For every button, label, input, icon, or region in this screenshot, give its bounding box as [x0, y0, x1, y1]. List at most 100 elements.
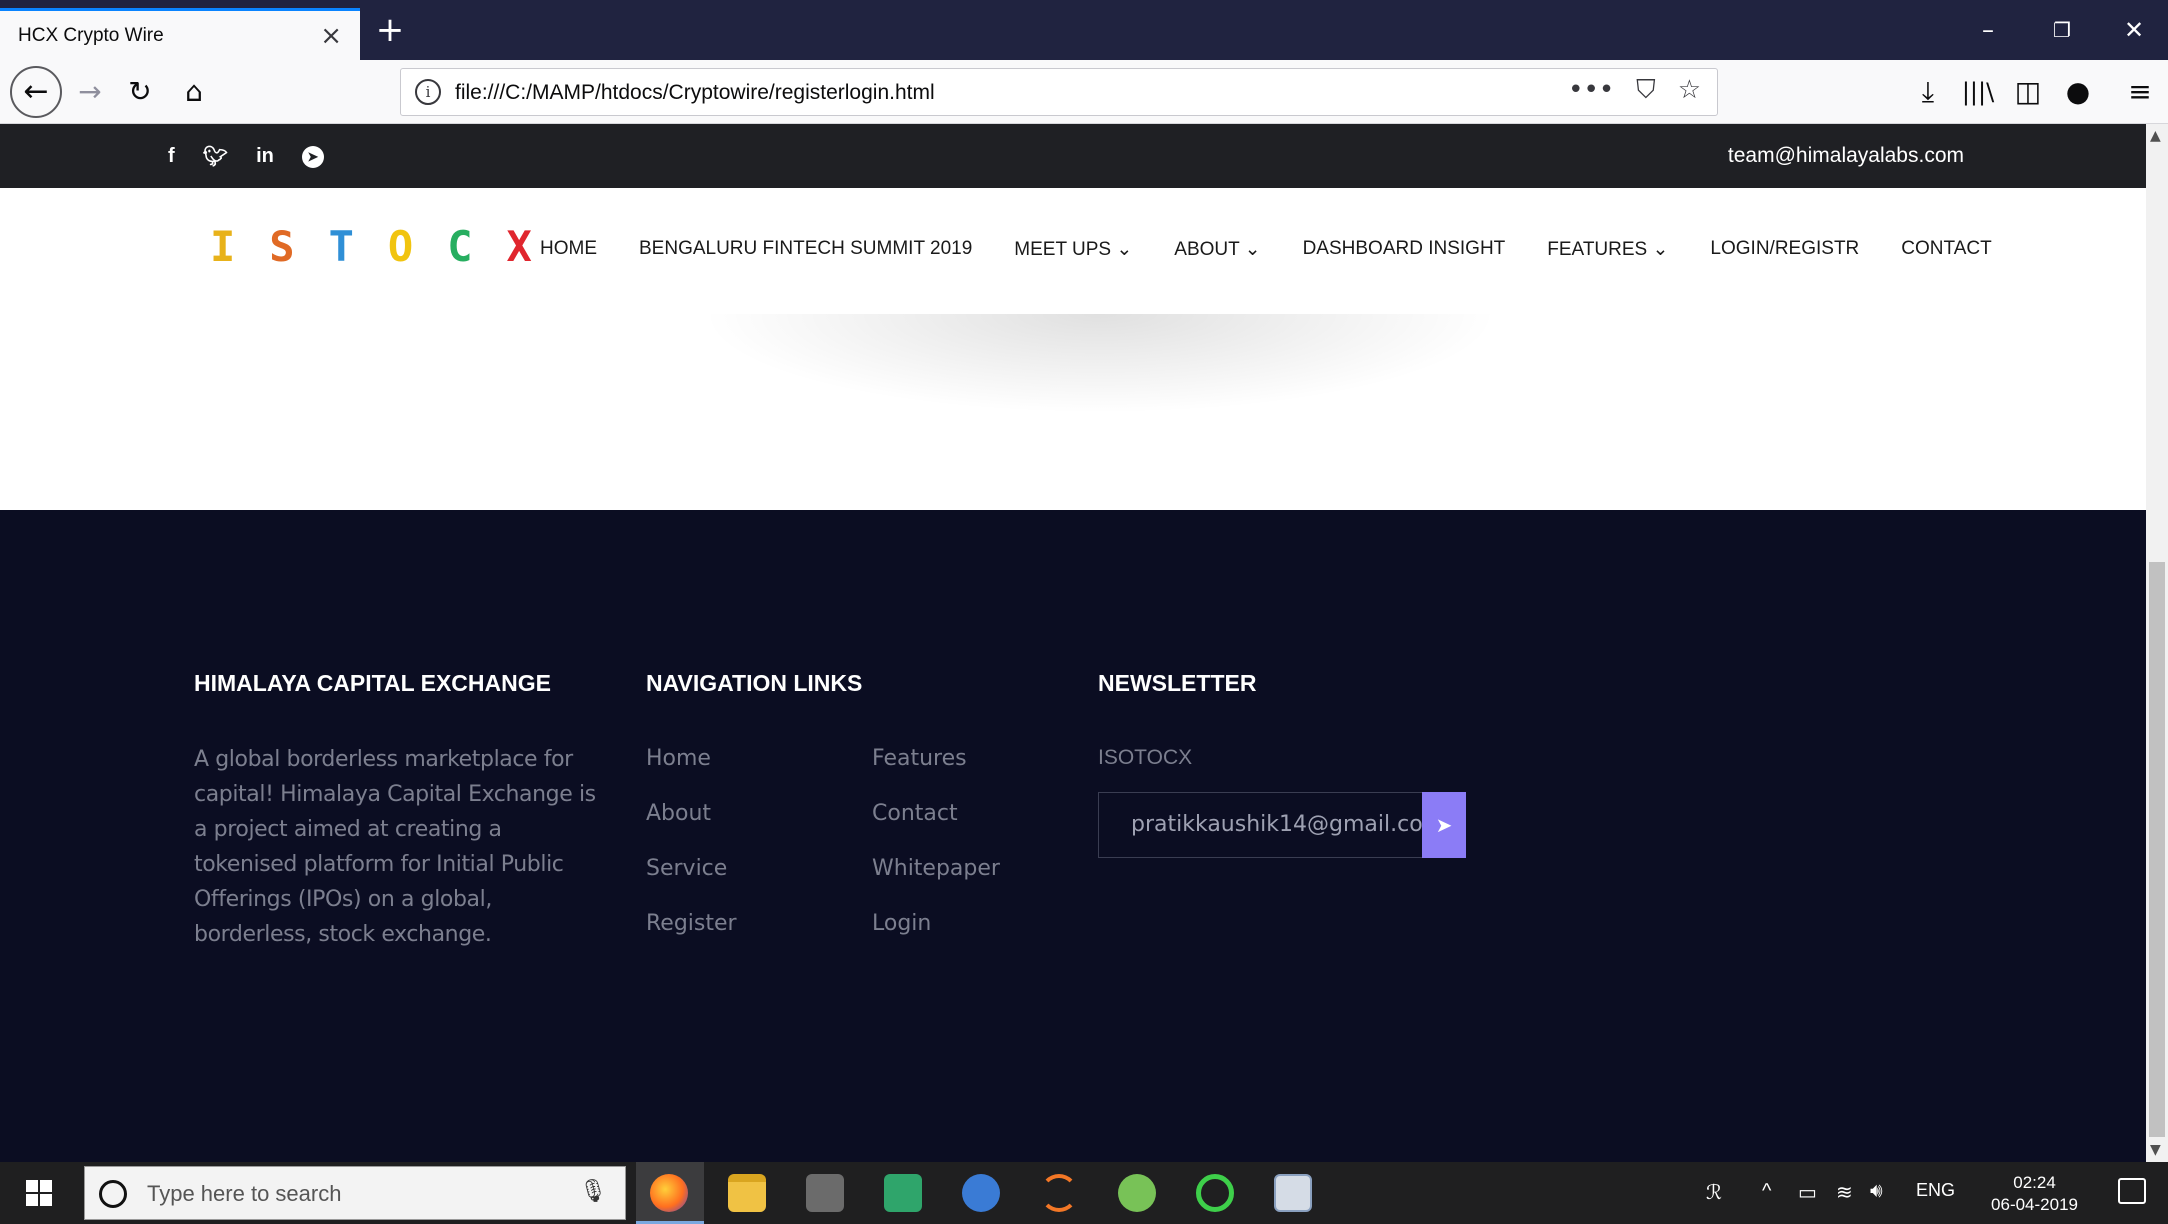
menu-item-meetups[interactable]: MEET UPS ⌄: [1014, 238, 1132, 261]
restore-icon[interactable]: ❐: [2032, 10, 2092, 50]
footer-link-service[interactable]: Service: [646, 856, 727, 881]
home-icon[interactable]: ⌂: [174, 72, 214, 112]
menu-item-label: MEET UPS: [1014, 239, 1112, 260]
browser-tab-strip: HCX Crypto Wire × + – ❐ ✕: [0, 0, 2168, 60]
notification-center-icon[interactable]: [2118, 1178, 2146, 1204]
clock-date: 06-04-2019: [1991, 1195, 2078, 1214]
library-icon[interactable]: |||\: [1960, 72, 1996, 112]
page-actions-icon[interactable]: •••: [1568, 75, 1614, 106]
people-icon[interactable]: ℛ: [1706, 1180, 1722, 1205]
footer-link-about[interactable]: About: [646, 801, 711, 826]
menu-item-home[interactable]: HOME: [540, 238, 597, 261]
anaconda-icon[interactable]: [1196, 1174, 1234, 1212]
send-icon: ➤: [1435, 813, 1453, 837]
scroll-up-icon[interactable]: ▲: [2150, 128, 2161, 144]
url-bar[interactable]: i file:///C:/MAMP/htdocs/Cryptowire/regi…: [400, 68, 1718, 116]
footer-link-features[interactable]: Features: [872, 746, 967, 771]
newsletter-send-button[interactable]: ➤: [1422, 792, 1466, 858]
scroll-down-icon[interactable]: ▼: [2150, 1142, 2161, 1158]
logo-letter: O: [387, 222, 414, 271]
tab-title: HCX Crypto Wire: [18, 24, 164, 46]
menu-item-label: FEATURES: [1547, 239, 1648, 260]
account-icon[interactable]: ●: [2060, 72, 2096, 112]
site-header: I S T O C X HOME BENGALURU FINTECH SUMMI…: [0, 188, 2146, 314]
windows-start-icon[interactable]: [26, 1180, 52, 1206]
footer-link-whitepaper[interactable]: Whitepaper: [872, 856, 1000, 881]
chevron-down-icon: ⌄: [1116, 239, 1133, 260]
site-logo[interactable]: I S T O C X: [210, 226, 532, 268]
downloads-icon[interactable]: ⤓: [1910, 72, 1946, 112]
url-text[interactable]: file:///C:/MAMP/htdocs/Cryptowire/regist…: [455, 81, 935, 105]
footer-nav-title: NAVIGATION LINKS: [646, 670, 863, 696]
window-close-icon[interactable]: ✕: [2104, 10, 2164, 50]
logo-letter: X: [506, 222, 532, 271]
jupyter-icon[interactable]: [1040, 1174, 1078, 1212]
new-tab-icon[interactable]: +: [372, 12, 408, 48]
wifi-icon[interactable]: ≋: [1836, 1180, 1853, 1205]
facebook-icon[interactable]: f: [168, 145, 175, 168]
menu-item-login[interactable]: LOGIN/REGISTR: [1710, 238, 1859, 261]
forward-icon[interactable]: →: [72, 72, 108, 112]
browser-tab[interactable]: HCX Crypto Wire ×: [0, 8, 360, 60]
logo-letter: T: [328, 222, 354, 271]
browser-navbar: ← → ↻ ⌂ i file:///C:/MAMP/htdocs/Cryptow…: [0, 60, 2168, 124]
file-explorer-icon[interactable]: [728, 1174, 766, 1212]
snipping-tool-icon[interactable]: [1274, 1174, 1312, 1212]
windows-taskbar: Type here to search 🎙︎ ℛ ^ ▭ ≋ 🔊︎ ENG 02…: [0, 1162, 2168, 1224]
content-area: [0, 314, 2146, 510]
menu-item-fintech-summit[interactable]: BENGALURU FINTECH SUMMIT 2019: [639, 238, 972, 261]
pocket-icon[interactable]: ⛉: [1636, 75, 1656, 106]
r-language-icon[interactable]: [962, 1174, 1000, 1212]
telegram-icon[interactable]: ➤: [301, 145, 324, 168]
logo-letter: I: [210, 222, 236, 271]
menu-item-contact[interactable]: CONTACT: [1901, 238, 1991, 261]
footer-link-register[interactable]: Register: [646, 911, 737, 936]
footer-link-contact[interactable]: Contact: [872, 801, 958, 826]
battery-icon[interactable]: ▭: [1798, 1180, 1817, 1205]
tab-close-icon[interactable]: ×: [320, 21, 342, 51]
taskbar-clock[interactable]: 02:24 06-04-2019: [1991, 1172, 2078, 1216]
chevron-down-icon: ⌄: [1652, 239, 1669, 260]
footer-newsletter-title: NEWSLETTER: [1098, 670, 1257, 696]
twitter-icon[interactable]: 🐦︎: [203, 144, 228, 169]
bookmark-star-icon[interactable]: ☆: [1678, 75, 1701, 106]
contact-email[interactable]: team@himalayalabs.com: [1728, 144, 1964, 168]
store-app-icon[interactable]: [884, 1174, 922, 1212]
tray-chevron-icon[interactable]: ^: [1762, 1180, 1771, 1203]
menu-icon[interactable]: ≡: [2122, 72, 2158, 112]
logo-letter: S: [269, 222, 295, 271]
logo-letter: C: [447, 222, 473, 271]
footer-link-home[interactable]: Home: [646, 746, 711, 771]
site-topbar: f 🐦︎ in ➤ team@himalayalabs.com: [0, 124, 2146, 188]
volume-icon[interactable]: 🔊︎: [1870, 1180, 1883, 1203]
taskbar-search-box[interactable]: Type here to search 🎙︎: [84, 1166, 626, 1220]
linkedin-icon[interactable]: in: [256, 145, 274, 168]
info-icon[interactable]: i: [415, 79, 441, 105]
newsletter-label: ISOTOCX: [1098, 746, 1193, 769]
page-scrollbar[interactable]: ▲ ▼: [2146, 124, 2168, 1162]
site-footer: HIMALAYA CAPITAL EXCHANGE A global borde…: [0, 510, 2146, 1162]
menu-item-about[interactable]: ABOUT ⌄: [1174, 238, 1260, 261]
minimize-icon[interactable]: –: [1958, 10, 2018, 50]
firefox-icon[interactable]: [650, 1174, 688, 1212]
taskbar-search-placeholder: Type here to search: [147, 1181, 342, 1206]
main-menu: HOME BENGALURU FINTECH SUMMIT 2019 MEET …: [540, 238, 1992, 261]
reload-icon[interactable]: ↻: [122, 72, 158, 112]
microphone-icon[interactable]: 🎙︎: [579, 1179, 607, 1204]
menu-item-dashboard[interactable]: DASHBOARD INSIGHT: [1303, 238, 1506, 261]
newsletter-email-input[interactable]: pratikkaushik14@gmail.com: [1098, 792, 1424, 858]
menu-item-features[interactable]: FEATURES ⌄: [1547, 238, 1668, 261]
sublime-text-icon[interactable]: [806, 1174, 844, 1212]
sidebar-icon[interactable]: ◫: [2010, 72, 2046, 112]
scroll-thumb[interactable]: [2149, 562, 2165, 1137]
language-indicator[interactable]: ENG: [1916, 1180, 1955, 1201]
chevron-down-icon: ⌄: [1244, 239, 1261, 260]
android-studio-icon[interactable]: [1118, 1174, 1156, 1212]
social-links: f 🐦︎ in ➤: [168, 144, 324, 169]
cortana-icon: [99, 1180, 127, 1208]
back-icon[interactable]: ←: [10, 66, 62, 118]
footer-link-login[interactable]: Login: [872, 911, 931, 936]
clock-time: 02:24: [2013, 1173, 2056, 1192]
header-shadow: [700, 314, 1500, 414]
system-tray: ℛ ^ ▭ ≋ 🔊︎ ENG 02:24 06-04-2019: [1698, 1162, 2168, 1224]
